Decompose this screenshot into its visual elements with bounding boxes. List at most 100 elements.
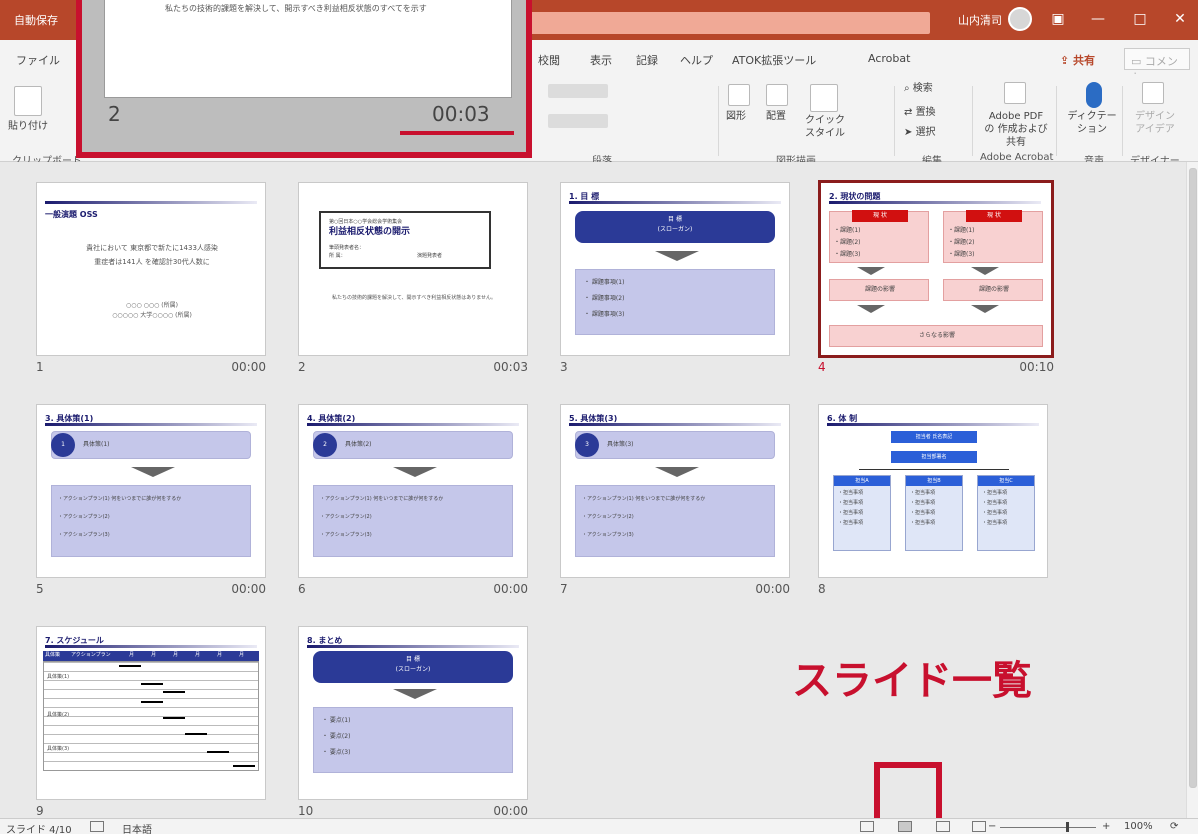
reading-view-icon[interactable] [936,821,950,832]
schedule-group: 具体策(3) [47,746,70,752]
find-button[interactable]: ⌕ 検索 [904,82,933,95]
tab-view[interactable]: 表示 [590,52,612,68]
paste-icon[interactable] [14,86,42,116]
slide-9[interactable]: 7. スケジュール 具体策 アクションプラン 月 月 月 月 月 月 具体策(1… [36,626,266,834]
slide-text: 私たちの技術的課題を解決して、開示すべき利益相反状態はありません。 [331,295,497,301]
slide-thumbnail[interactable]: 1. 目 標 目 標 (スローガン) ・ 課題事項(1) ・ 課題事項(2) ・… [560,182,790,356]
gantt-bar [163,717,185,719]
org-col-label: 担当A [855,478,869,484]
popup-slide-thumbnail[interactable]: 私たちの技術的課題を解決して、開示すべき利益相反状態のすべてを示す [104,0,512,98]
slide-sorter-view-icon[interactable] [898,821,912,832]
slide-time: 00:00 [755,582,790,596]
language-indicator[interactable]: 日本語 [122,821,152,834]
slide-5[interactable]: 3. 具体策(1) 1 具体策(1) ・アクションプラン(1) 何をいつまでに誰… [36,404,266,614]
slide-thumbnail[interactable]: 5. 具体策(3) 3 具体策(3) ・アクションプラン(1) 何をいつまでに誰… [560,404,790,578]
slide-thumbnail[interactable]: 6. 体 制 担当者 氏名表記 担当部署名 担当A ・担当事項 ・担当事項 ・担… [818,404,1048,578]
tab-atok[interactable]: ATOK拡張ツール [732,52,816,68]
design-idea-icon[interactable] [1142,82,1164,104]
org-row: ・担当事項 [910,520,936,526]
zoom-level[interactable]: 100% [1124,821,1153,832]
slide-2[interactable]: 第○回日本○○学会総会学術集会 利益相反状態の開示 筆頭発表者名： 所 属： 演… [298,182,528,392]
down-arrow-icon [857,267,885,275]
restore-button[interactable]: □ [1128,8,1152,30]
impact-label: 課題の影響 [864,286,895,293]
slide-3[interactable]: 1. 目 標 目 標 (スローガン) ・ 課題事項(1) ・ 課題事項(2) ・… [560,182,790,392]
comment-button[interactable]: ▭ コメント [1124,48,1190,84]
slide-indicator[interactable]: スライド 4/10 [6,821,72,834]
slide-thumbnail-selected[interactable]: 2. 現状の問題 現 状 ・課題(1) ・課題(2) ・課題(3) 現 状 ・課… [818,180,1054,358]
slide-1[interactable]: 一般演題 OSS 貴社において 東京都で新たに1433人感染 重症者は141人 … [36,182,266,392]
slideshow-icon[interactable] [972,821,986,832]
dictation-label: ディクテー ション [1067,111,1117,135]
slide-4[interactable]: 2. 現状の問題 現 状 ・課題(1) ・課題(2) ・課題(3) 現 状 ・課… [818,180,1054,390]
accessibility-icon[interactable] [90,821,104,832]
org-row: ・担当事項 [838,490,864,496]
share-button[interactable]: ⇪ 共有 [1060,52,1095,68]
slide-thumbnail[interactable]: 4. 具体策(2) 2 具体策(2) ・アクションプラン(1) 何をいつまでに誰… [298,404,528,578]
org-row: ・担当事項 [910,510,936,516]
align-icon[interactable] [548,114,608,128]
scrollbar-thumb[interactable] [1189,168,1197,788]
tab-file[interactable]: ファイル [16,52,60,68]
microphone-icon[interactable] [1086,82,1102,108]
slide-thumbnail[interactable]: 第○回日本○○学会総会学術集会 利益相反状態の開示 筆頭発表者名： 所 属： 演… [298,182,528,356]
tab-help[interactable]: ヘルプ [680,52,713,68]
schedule-group: 具体策(2) [47,712,70,718]
schedule-month: 月 [173,652,179,658]
arrange-icon[interactable] [766,84,788,106]
fit-slide-icon[interactable]: ⟳ [1170,821,1178,832]
quick-style-icon[interactable] [810,84,838,112]
shape-icon[interactable] [728,84,750,106]
adobe-pdf-icon[interactable] [1004,82,1026,104]
slide-time: 00:00 [231,582,266,596]
schedule-month: 月 [151,652,157,658]
user-name[interactable]: 山内清司 [958,12,1002,28]
gantt-bar [207,751,229,753]
zoom-out-button[interactable]: − [988,821,996,832]
list-icon[interactable] [548,84,608,98]
slide-6[interactable]: 4. 具体策(2) 2 具体策(2) ・アクションプラン(1) 何をいつまでに誰… [298,404,528,614]
org-column: 担当C ・担当事項 ・担当事項 ・担当事項 ・担当事項 [977,475,1035,551]
title-bar-graphic [45,423,257,426]
tab-review[interactable]: 校閲 [538,52,560,68]
schedule-header: 具体策 アクションプラン 月 月 月 月 月 月 [43,651,259,661]
action-box: ・アクションプラン(1) 何をいつまでに誰が何をするか ・アクションプラン(2)… [51,485,251,557]
org-column: 担当A ・担当事項 ・担当事項 ・担当事項 ・担当事項 [833,475,891,551]
org-row: ・担当事項 [982,510,1008,516]
minimize-button[interactable]: — [1086,8,1110,30]
slide-number: 9 [36,804,44,818]
select-button[interactable]: ➤ 選択 [904,126,936,139]
zoom-slider[interactable] [1000,827,1096,828]
title-bar-graphic [569,423,781,426]
normal-view-icon[interactable] [860,821,874,832]
autosave-label[interactable]: 自動保存 [14,12,58,28]
replace-label: 置換 [915,107,936,118]
slide-number: 7 [560,582,568,596]
avatar[interactable] [1008,7,1032,31]
slide-10[interactable]: 8. まとめ 目 標 (スローガン) ・ 要点(1) ・ 要点(2) ・ 要点(… [298,626,528,834]
org-row: ・担当事項 [910,490,936,496]
slide-number: 4 [818,360,826,374]
slide-thumbnail[interactable]: 8. まとめ 目 標 (スローガン) ・ 要点(1) ・ 要点(2) ・ 要点(… [298,626,528,800]
schedule-month: 月 [195,652,201,658]
slide-text: ○○○○○ 大学○○○○ (所属) [112,312,192,319]
slide-thumbnail[interactable]: 一般演題 OSS 貴社において 東京都で新たに1433人感染 重症者は141人 … [36,182,266,356]
slide-thumbnail[interactable]: 7. スケジュール 具体策 アクションプラン 月 月 月 月 月 月 具体策(1… [36,626,266,800]
close-button[interactable]: ✕ [1168,8,1192,30]
divider [894,86,895,156]
zoom-slider-knob[interactable] [1066,822,1069,832]
plan-title-box [51,431,251,459]
action-item: ・アクションプラン(2) [582,514,634,520]
zoom-in-button[interactable]: + [1102,821,1110,832]
gantt-bar [141,683,163,685]
tab-acrobat[interactable]: Acrobat [868,52,910,65]
slide-thumbnail[interactable]: 3. 具体策(1) 1 具体策(1) ・アクションプラン(1) 何をいつまでに誰… [36,404,266,578]
slide-8[interactable]: 6. 体 制 担当者 氏名表記 担当部署名 担当A ・担当事項 ・担当事項 ・担… [818,404,1048,614]
slide-7[interactable]: 5. 具体策(3) 3 具体策(3) ・アクションプラン(1) 何をいつまでに誰… [560,404,790,614]
tab-record[interactable]: 記録 [636,52,658,68]
slide-number: 2 [298,360,306,374]
vertical-scrollbar[interactable] [1186,162,1198,818]
replace-button[interactable]: ⇄ 置換 [904,106,936,119]
search-box[interactable] [528,12,930,34]
ribbon-display-button[interactable]: ▣ [1046,8,1070,30]
